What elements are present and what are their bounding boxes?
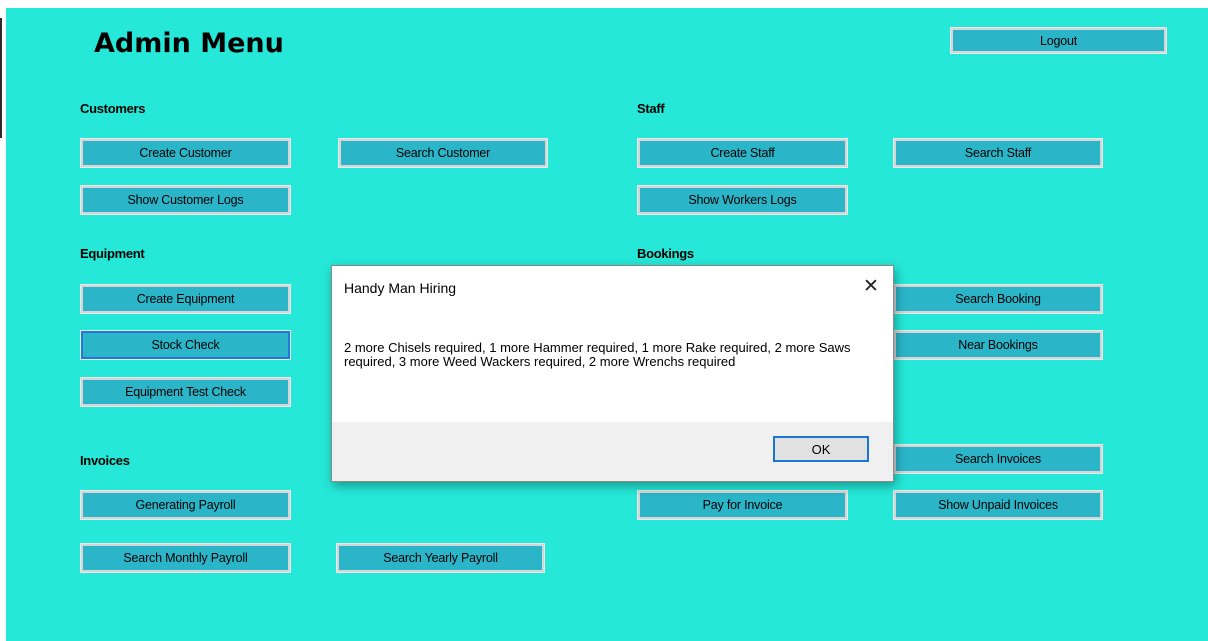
logout-button[interactable]: Logout: [950, 27, 1167, 54]
dialog-footer: OK: [332, 422, 893, 481]
near-bookings-button[interactable]: Near Bookings: [893, 330, 1103, 360]
create-staff-button[interactable]: Create Staff: [637, 138, 848, 168]
window-edge: [0, 18, 2, 138]
section-invoices: Invoices: [80, 453, 130, 468]
ok-button[interactable]: OK: [773, 436, 869, 462]
section-bookings: Bookings: [637, 246, 694, 261]
create-equipment-button[interactable]: Create Equipment: [80, 284, 291, 314]
message-dialog: Handy Man Hiring ✕ 2 more Chisels requir…: [331, 265, 894, 482]
dialog-message: 2 more Chisels required, 1 more Hammer r…: [344, 340, 851, 369]
create-customer-button[interactable]: Create Customer: [80, 138, 291, 168]
section-equipment: Equipment: [80, 246, 145, 261]
pay-for-invoice-button[interactable]: Pay for Invoice: [637, 490, 848, 520]
search-yearly-payroll-button[interactable]: Search Yearly Payroll: [336, 543, 545, 573]
search-customer-button[interactable]: Search Customer: [338, 138, 548, 168]
show-unpaid-invoices-button[interactable]: Show Unpaid Invoices: [893, 490, 1103, 520]
generating-payroll-button[interactable]: Generating Payroll: [80, 490, 291, 520]
section-staff: Staff: [637, 101, 665, 116]
show-workers-logs-button[interactable]: Show Workers Logs: [637, 185, 848, 215]
show-customer-logs-button[interactable]: Show Customer Logs: [80, 185, 291, 215]
search-monthly-payroll-button[interactable]: Search Monthly Payroll: [80, 543, 291, 573]
search-staff-button[interactable]: Search Staff: [893, 138, 1103, 168]
search-invoices-button[interactable]: Search Invoices: [893, 444, 1103, 474]
dialog-title: Handy Man Hiring: [344, 280, 457, 296]
close-icon[interactable]: ✕: [859, 274, 883, 298]
equipment-test-check-button[interactable]: Equipment Test Check: [80, 377, 291, 407]
stock-check-button[interactable]: Stock Check: [80, 330, 291, 360]
search-booking-button[interactable]: Search Booking: [893, 284, 1103, 314]
page-title: Admin Menu: [94, 28, 284, 59]
section-customers: Customers: [80, 101, 146, 116]
